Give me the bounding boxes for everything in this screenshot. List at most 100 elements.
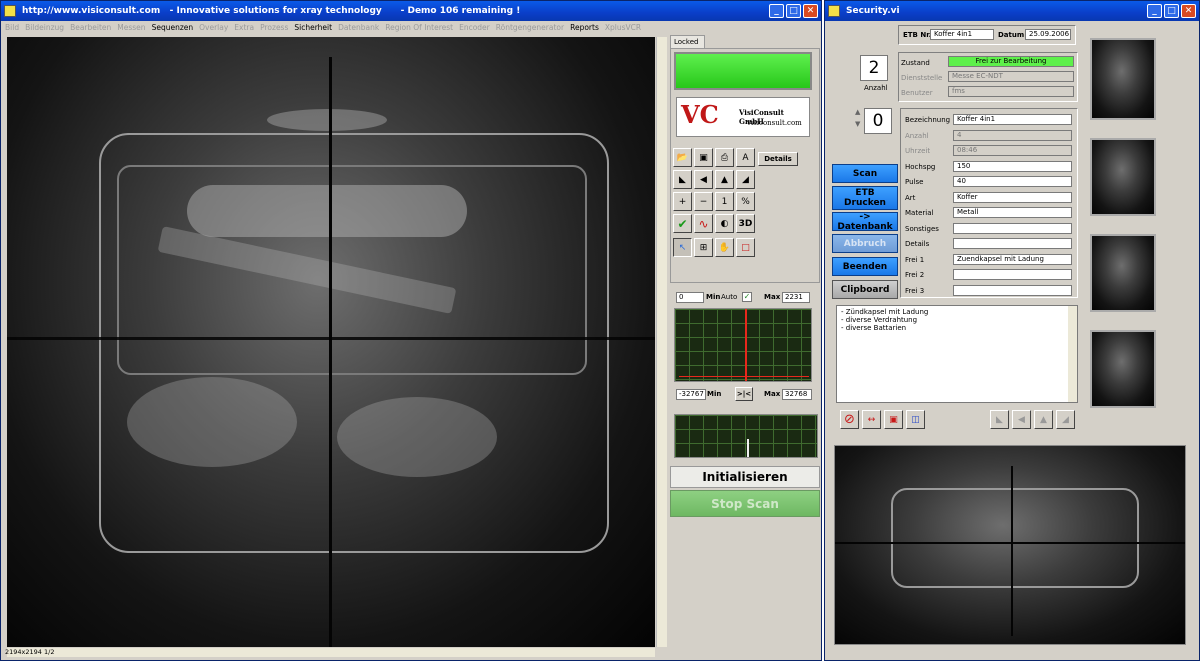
- measure-right-icon[interactable]: ◢: [1056, 410, 1075, 429]
- signal-plot: [674, 414, 818, 458]
- field-input[interactable]: Metall: [953, 207, 1072, 218]
- xray-preview-image[interactable]: [834, 445, 1186, 645]
- text-annotation-icon[interactable]: A: [736, 148, 755, 167]
- compare-images-icon[interactable]: ◫: [906, 410, 925, 429]
- minimize-button[interactable]: _: [1147, 4, 1162, 18]
- center-window-button[interactable]: >|<: [735, 387, 753, 401]
- triangle-up-icon[interactable]: ▲: [1034, 410, 1053, 429]
- menu-item[interactable]: Bearbeiten: [70, 23, 111, 32]
- histogram-icon[interactable]: ⊞: [694, 238, 713, 257]
- resize-horizontal-icon[interactable]: ↔: [862, 410, 881, 429]
- zoom-out-icon[interactable]: −: [694, 192, 713, 211]
- minimize-button[interactable]: _: [769, 4, 784, 18]
- curve-icon[interactable]: ∿: [694, 214, 713, 233]
- menu-item[interactable]: Sicherheit: [294, 23, 332, 32]
- menu-item[interactable]: Region Of Interest: [385, 23, 453, 32]
- field-label: Anzahl: [905, 131, 929, 140]
- field-input[interactable]: 150: [953, 160, 1072, 172]
- zoom-1-1-icon[interactable]: 1: [715, 192, 734, 211]
- visiconsult-logo: VC VisiConsult GmbH visiconsult.com: [676, 97, 810, 137]
- field-input[interactable]: [953, 222, 1072, 234]
- field-label: Details: [905, 240, 930, 248]
- horizontal-scrollbar[interactable]: [7, 648, 655, 657]
- forbidden-icon[interactable]: ⊘: [840, 410, 859, 429]
- window-min-input[interactable]: -32767: [676, 389, 706, 400]
- field-input[interactable]: [953, 238, 1072, 249]
- menu-item[interactable]: Messen: [117, 23, 145, 32]
- datum-input[interactable]: 25.09.2006: [1025, 29, 1071, 40]
- open-folder-icon[interactable]: 📂: [673, 148, 692, 167]
- save-icon[interactable]: ▣: [694, 148, 713, 167]
- initialize-button[interactable]: Initialisieren: [670, 466, 820, 488]
- counter-spinner[interactable]: ▲ ▼: [855, 106, 863, 132]
- triangle-up-icon[interactable]: ▲: [715, 170, 734, 189]
- menu-item[interactable]: Datenbank: [338, 23, 379, 32]
- note-line: - Zündkapsel mit Ladung: [841, 308, 929, 316]
- image-seam-vertical: [1011, 466, 1013, 636]
- logo-mark: VC: [681, 100, 719, 129]
- thumbnail-1[interactable]: [1090, 38, 1156, 120]
- 3d-icon[interactable]: 3D: [736, 214, 755, 233]
- triangle-left-icon[interactable]: ◀: [1012, 410, 1031, 429]
- roi-rectangle-icon[interactable]: □: [736, 238, 755, 257]
- zoom-in-icon[interactable]: +: [673, 192, 692, 211]
- range-min-input[interactable]: 0: [676, 292, 704, 303]
- notes-textarea[interactable]: - Zündkapsel mit Ladung - diverse Verdra…: [836, 305, 1078, 403]
- menu-item[interactable]: Prozess: [260, 23, 288, 32]
- menu-item[interactable]: Encoder: [459, 23, 490, 32]
- triangle-left-icon[interactable]: ◀: [694, 170, 713, 189]
- vertical-scrollbar[interactable]: [656, 37, 667, 647]
- field-label: Art: [905, 193, 916, 202]
- beenden-button[interactable]: Beenden: [832, 257, 898, 276]
- range-max-input[interactable]: 2231: [782, 292, 810, 303]
- menu-item[interactable]: Reports: [570, 23, 599, 32]
- hand-pan-icon[interactable]: ✋: [715, 238, 734, 257]
- thumbnail-2[interactable]: [1090, 138, 1156, 216]
- notes-scrollbar[interactable]: [1068, 306, 1077, 402]
- thumbnail-3[interactable]: [1090, 234, 1156, 312]
- menu-item[interactable]: Extra: [234, 23, 254, 32]
- tab-locked[interactable]: Locked: [670, 35, 705, 48]
- scan-button[interactable]: Scan: [832, 164, 898, 183]
- measure-angle-icon[interactable]: ◣: [990, 410, 1009, 429]
- etb-number-input[interactable]: Koffer 4in1: [930, 29, 994, 40]
- field-input[interactable]: Zuendkapsel mit Ladung: [953, 253, 1072, 265]
- auto-checkbox[interactable]: ✓: [742, 292, 752, 302]
- menu-item[interactable]: Bild: [5, 23, 19, 32]
- zoom-100-icon[interactable]: %: [736, 192, 755, 211]
- field-input[interactable]: Koffer 4in1: [953, 114, 1072, 125]
- close-button[interactable]: ✕: [803, 4, 818, 18]
- measure-right-icon[interactable]: ◢: [736, 170, 755, 189]
- stop-scan-button[interactable]: Stop Scan: [670, 490, 820, 517]
- clipboard-button[interactable]: Clipboard: [832, 280, 898, 299]
- measure-angle-icon[interactable]: ◣: [673, 170, 692, 189]
- image-frame-icon[interactable]: ▣: [884, 410, 903, 429]
- contrast-icon[interactable]: ◐: [715, 214, 734, 233]
- menu-item[interactable]: Overlay: [199, 23, 228, 32]
- field-input[interactable]: [953, 284, 1072, 296]
- close-button[interactable]: ✕: [1181, 4, 1196, 18]
- field-input: 08:46: [953, 145, 1072, 156]
- counter-display[interactable]: 0: [864, 108, 892, 134]
- window-max-input[interactable]: 32768: [782, 389, 812, 400]
- benutzer-value: fms: [948, 86, 1074, 97]
- thumbnail-4[interactable]: [1090, 330, 1156, 408]
- print-icon[interactable]: ⎙: [715, 148, 734, 167]
- field-input[interactable]: [953, 269, 1072, 280]
- menu-item[interactable]: Sequenzen: [152, 23, 194, 32]
- details-button[interactable]: Details: [758, 152, 798, 166]
- field-input[interactable]: Koffer: [953, 191, 1072, 203]
- field-label: Hochspg: [905, 162, 936, 171]
- maximize-button[interactable]: □: [1164, 4, 1179, 18]
- menu-item[interactable]: Bildeinzug: [25, 23, 64, 32]
- pointer-tool-icon[interactable]: ↖: [673, 238, 692, 257]
- histogram-baseline: [679, 376, 809, 377]
- menu-item[interactable]: XplusVCR: [605, 23, 641, 32]
- maximize-button[interactable]: □: [786, 4, 801, 18]
- xray-image-main[interactable]: [7, 37, 655, 647]
- field-input[interactable]: 40: [953, 176, 1072, 187]
- check-icon[interactable]: ✔: [673, 214, 692, 233]
- datenbank-button[interactable]: -> Datenbank: [832, 212, 898, 232]
- etb-drucken-button[interactable]: ETB Drucken: [832, 186, 898, 210]
- menu-item[interactable]: Röntgengenerator: [496, 23, 564, 32]
